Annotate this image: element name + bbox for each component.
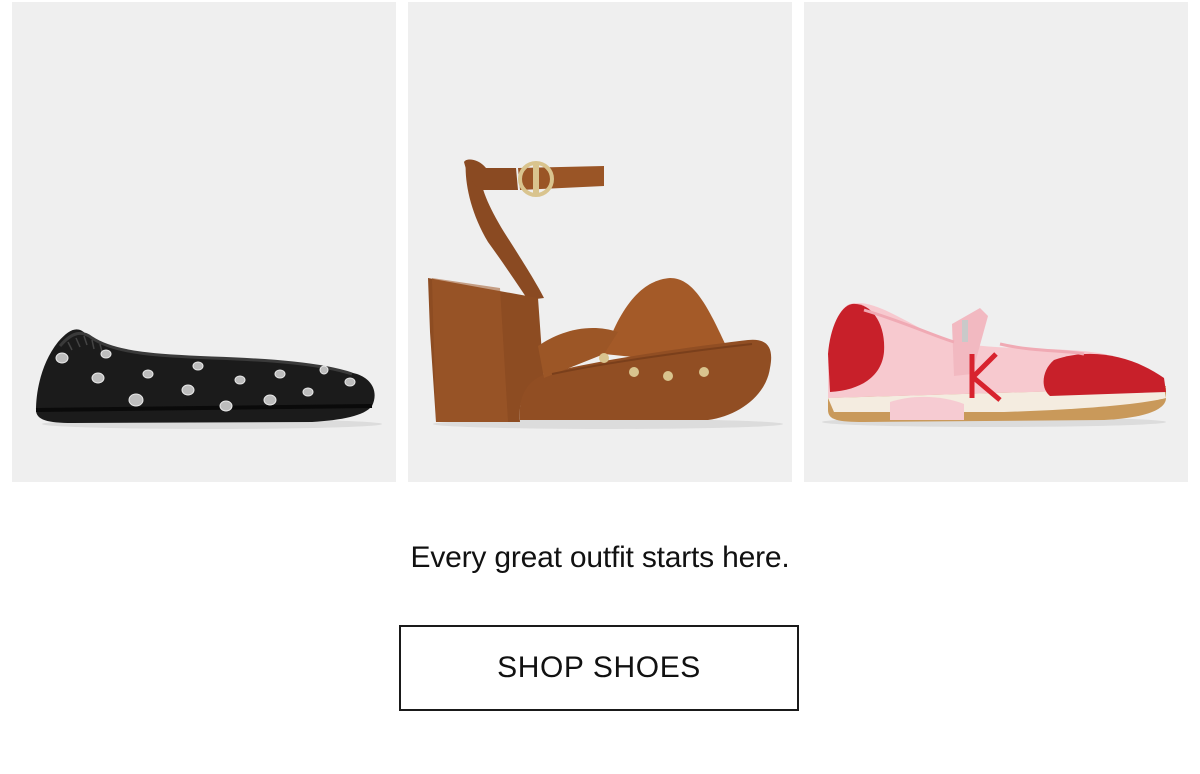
tagline: Every great outfit starts here. <box>410 541 790 574</box>
ballet-flat-image <box>35 329 382 429</box>
mary-jane-sneaker-image <box>822 303 1166 427</box>
product-tile-ballet-flat[interactable] <box>12 2 396 482</box>
shop-shoes-button-label: SHOP SHOES <box>497 651 701 684</box>
platform-sandal-image <box>428 159 783 429</box>
product-tile-platform-sandal[interactable] <box>408 2 792 482</box>
shop-shoes-button[interactable]: SHOP SHOES <box>399 625 799 711</box>
product-tile-mary-jane-sneaker[interactable] <box>804 2 1188 482</box>
